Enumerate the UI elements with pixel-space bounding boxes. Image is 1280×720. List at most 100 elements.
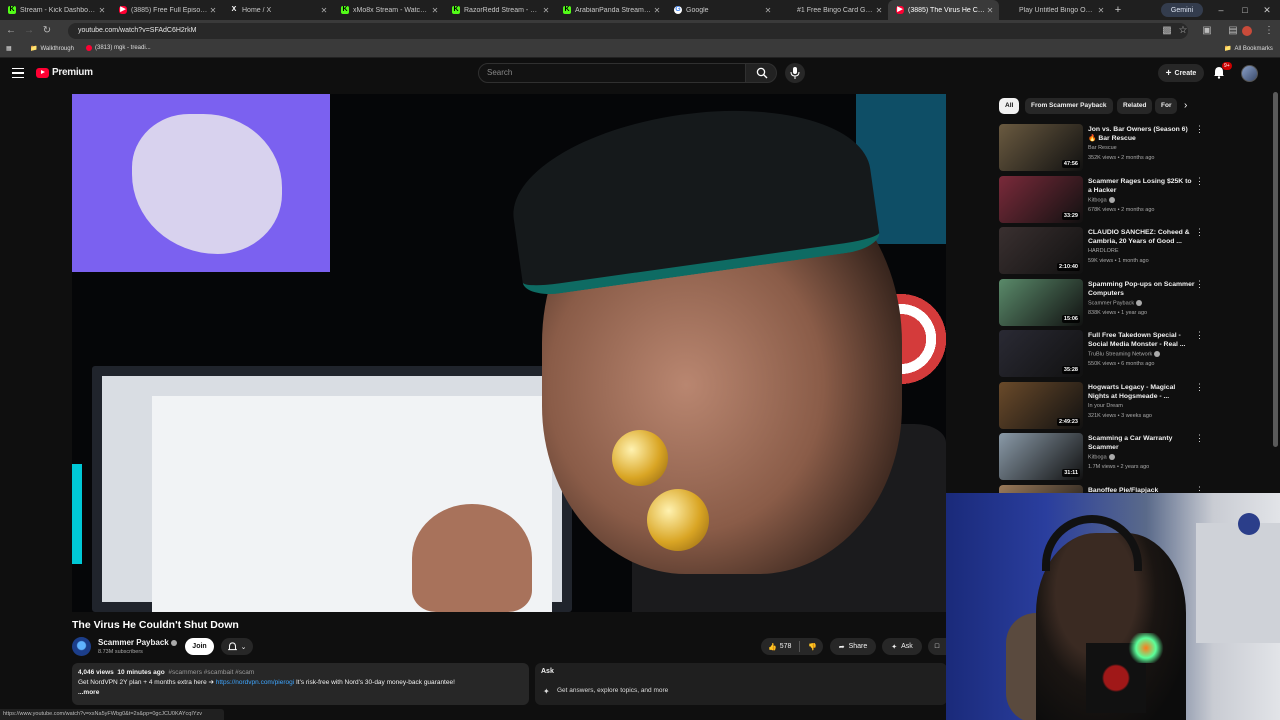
recommendation-item[interactable]: 35:28 Full Free Takedown Special - Social…	[999, 330, 1204, 378]
recommendation-channel[interactable]: HARDLORE	[1088, 248, 1119, 254]
description-link[interactable]: https://nordvpn.com/pierogi	[216, 679, 294, 686]
recommendation-item[interactable]: 47:56 Jon vs. Bar Owners (Season 6) 🔥 Bar…	[999, 124, 1204, 172]
hashtags[interactable]: #scammers #scambait #scam	[168, 669, 254, 676]
more-options-icon[interactable]: ⋮	[1195, 125, 1204, 134]
more-options-icon[interactable]: ⋮	[1195, 228, 1204, 237]
browser-tab[interactable]: G Google ✕	[666, 0, 777, 20]
bookmark-mgk[interactable]: (3813) mgk - treadi...	[86, 45, 151, 51]
create-button[interactable]: + Create	[1158, 64, 1204, 82]
more-options-icon[interactable]: ⋮	[1195, 382, 1204, 391]
menu-dots-icon[interactable]: ⋮	[1262, 24, 1276, 38]
video-thumbnail[interactable]: 47:56	[999, 124, 1083, 171]
like-button[interactable]: 👍 578	[768, 643, 791, 651]
recommendation-title[interactable]: CLAUDIO SANCHEZ: Coheed & Cambria, 20 Ye…	[1088, 228, 1196, 246]
more-options-icon[interactable]: ⋮	[1195, 331, 1204, 340]
scrollbar[interactable]	[1273, 92, 1278, 447]
close-tab-icon[interactable]: ✕	[430, 6, 440, 15]
close-tab-icon[interactable]: ✕	[763, 6, 773, 15]
close-tab-icon[interactable]: ✕	[985, 6, 995, 15]
share-button[interactable]: ➦ Share	[830, 638, 876, 655]
close-tab-icon[interactable]: ✕	[874, 6, 884, 15]
join-button[interactable]: Join	[185, 638, 214, 655]
url-input[interactable]: youtube.com/watch?v=SFAdC6H2rkM	[68, 23, 1188, 39]
new-tab-icon[interactable]: +	[1110, 4, 1126, 16]
ask-prompt[interactable]: Get answers, explore topics, and more	[557, 687, 668, 694]
video-player[interactable]	[72, 94, 946, 612]
chip-from-channel[interactable]: From Scammer Payback	[1025, 98, 1113, 114]
close-tab-icon[interactable]: ✕	[97, 6, 107, 15]
chip-for-you[interactable]: For	[1155, 98, 1177, 114]
show-more-link[interactable]: ...more	[78, 689, 99, 696]
recommendation-title[interactable]: Jon vs. Bar Owners (Season 6) 🔥 Bar Resc…	[1088, 125, 1196, 143]
sidepanel-icon[interactable]: ▤	[1226, 24, 1240, 38]
recommendation-channel[interactable]: In your Dream	[1088, 403, 1123, 409]
subscription-bell-button[interactable]: ⌄	[221, 638, 253, 655]
browser-tab[interactable]: K RazorRedd Stream - Watch✕	[444, 0, 555, 20]
gemini-button[interactable]: Gemini	[1161, 3, 1203, 17]
forward-icon[interactable]: →	[22, 24, 36, 38]
all-bookmarks[interactable]: 📁 All Bookmarks	[1224, 45, 1273, 53]
extensions-icon[interactable]: ▣	[1200, 24, 1214, 38]
close-tab-icon[interactable]: ✕	[208, 6, 218, 15]
recommendation-item[interactable]: 31:11 Scamming a Car Warranty Scammer Kitb…	[999, 433, 1204, 481]
more-options-icon[interactable]: ⋮	[1195, 279, 1204, 288]
browser-tab[interactable]: K Stream - Kick Dashboard ✕	[0, 0, 111, 20]
recommendation-item[interactable]: 33:29 Scammer Rages Losing $25K to a Hack…	[999, 175, 1204, 224]
close-tab-icon[interactable]: ✕	[652, 6, 662, 15]
recommendation-title[interactable]: Scammer Rages Losing $25K to a Hacker	[1088, 177, 1196, 195]
recommendation-title[interactable]: Hogwarts Legacy - Magical Nights at Hogs…	[1088, 383, 1196, 401]
recommendation-channel[interactable]: Scammer Payback	[1088, 299, 1143, 306]
close-tab-icon[interactable]: ✕	[319, 6, 329, 15]
browser-tab[interactable]: ▶ (3885) The Virus He Cou ✕	[888, 0, 999, 20]
close-tab-icon[interactable]: ✕	[1096, 6, 1106, 15]
account-avatar[interactable]	[1241, 65, 1258, 82]
channel-avatar[interactable]	[72, 637, 91, 656]
bookmark-walkthrough[interactable]: 📁 Walkthrough	[30, 45, 74, 53]
chip-related[interactable]: Related	[1117, 98, 1153, 114]
recommendation-channel[interactable]: TruBlu Streaming Network	[1088, 351, 1161, 357]
more-options-icon[interactable]: ⋮	[1195, 176, 1204, 185]
hamburger-menu-icon[interactable]	[12, 68, 24, 78]
video-thumbnail[interactable]: 31:11	[999, 433, 1083, 480]
browser-tab[interactable]: Play Untitled Bingo Online | ✕	[999, 0, 1110, 20]
video-thumbnail[interactable]: 15:06	[999, 278, 1083, 326]
browser-tab[interactable]: ▶ (3885) Free Full Episode - Ti✕	[111, 0, 222, 20]
recommendation-item[interactable]: 2:10:40 CLAUDIO SANCHEZ: Coheed & Cambria…	[999, 227, 1204, 275]
minimize-icon[interactable]: –	[1210, 0, 1232, 20]
reload-icon[interactable]: ↻	[40, 24, 54, 38]
video-thumbnail[interactable]: 2:10:40	[999, 227, 1083, 274]
apps-icon[interactable]: ▦	[6, 45, 12, 52]
recommendation-channel[interactable]: Bar Rescue	[1088, 145, 1117, 151]
browser-tab[interactable]: #1 Free Bingo Card Generato✕	[777, 0, 888, 20]
save-button[interactable]: □	[928, 638, 946, 655]
browser-tab[interactable]: X Home / X ✕	[222, 0, 333, 20]
maximize-icon[interactable]: □	[1234, 0, 1256, 20]
search-button[interactable]	[745, 63, 777, 83]
bookmark-star-icon[interactable]: ☆	[1176, 24, 1190, 38]
close-tab-icon[interactable]: ✕	[541, 6, 551, 15]
video-thumbnail[interactable]: 33:29	[999, 175, 1083, 223]
more-options-icon[interactable]: ⋮	[1195, 434, 1204, 443]
ask-panel[interactable]: Ask ✦ Get answers, explore topics, and m…	[535, 663, 947, 705]
recommendation-title[interactable]: Spamming Pop-ups on Scammer Computers	[1088, 280, 1196, 298]
description-box[interactable]: 4,046 views 10 minutes ago #scammers #sc…	[72, 663, 529, 705]
chip-all[interactable]: All	[999, 98, 1020, 114]
recommendation-item[interactable]: 15:06 Spamming Pop-ups on Scammer Compute…	[999, 278, 1204, 327]
search-input[interactable]: Search	[478, 63, 746, 83]
recommendation-title[interactable]: Scamming a Car Warranty Scammer	[1088, 434, 1196, 452]
recommendation-channel[interactable]: Kitboga	[1088, 454, 1115, 460]
back-icon[interactable]: ←	[4, 24, 18, 38]
dislike-button[interactable]: 👎	[808, 643, 817, 651]
voice-search-button[interactable]	[785, 63, 805, 83]
close-window-icon[interactable]: ✕	[1256, 0, 1278, 20]
youtube-premium-logo[interactable]: Premium	[36, 67, 93, 78]
browser-tab[interactable]: K ArabianPanda Stream - Watc✕	[555, 0, 666, 20]
chevron-right-icon[interactable]: ›	[1184, 100, 1187, 111]
browser-tab[interactable]: KxMo8x Stream - Watch Live✕	[333, 0, 444, 20]
recommendation-item[interactable]: 2:49:23 Hogwarts Legacy - Magical Nights …	[999, 381, 1204, 430]
ask-button[interactable]: ✦ Ask	[882, 638, 922, 655]
video-thumbnail[interactable]: 35:28	[999, 330, 1083, 377]
recommendation-channel[interactable]: Kitboga	[1088, 196, 1115, 203]
channel-name[interactable]: Scammer Payback	[98, 638, 177, 647]
video-thumbnail[interactable]: 2:49:23	[999, 381, 1083, 429]
